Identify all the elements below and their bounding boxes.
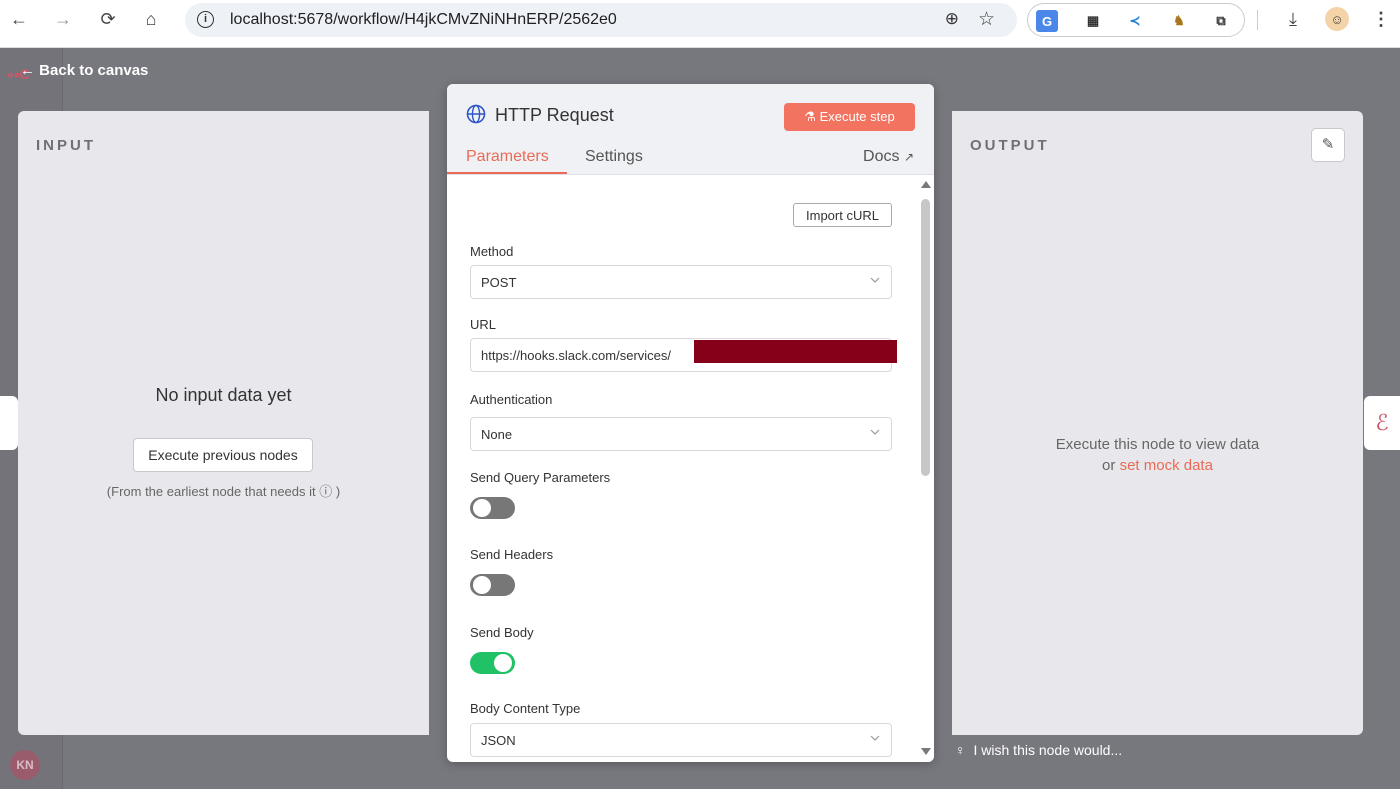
output-empty-message: Execute this node to view data or set mo… — [952, 434, 1363, 476]
menu-kebab-icon[interactable]: ⋮ — [1370, 8, 1392, 30]
body-content-type-select[interactable]: JSON — [470, 723, 892, 757]
active-tab-indicator — [447, 172, 567, 174]
execute-previous-nodes-button[interactable]: Execute previous nodes — [133, 438, 313, 472]
node-header: HTTP Request ⚗ Execute step Parameters S… — [447, 84, 934, 175]
input-panel: INPUT No input data yet Execute previous… — [18, 111, 429, 735]
back-to-canvas-link[interactable]: ← Back to canvas — [20, 62, 148, 79]
download-icon[interactable]: ⤓ — [1282, 8, 1304, 30]
send-body-toggle[interactable] — [470, 652, 515, 674]
output-connector-handle[interactable]: ℰ — [1364, 396, 1400, 450]
no-input-message: No input data yet — [155, 385, 292, 405]
scroll-thumb[interactable] — [921, 199, 930, 476]
parameters-form: Import cURL Method POST URL https://hook… — [447, 175, 917, 762]
method-value: POST — [481, 275, 517, 290]
address-url[interactable]: localhost:5678/workflow/H4jkCMvZNiNHnERP… — [230, 11, 617, 29]
user-avatar[interactable]: KN — [10, 750, 40, 780]
chevron-down-icon — [870, 735, 880, 741]
horse-extension-icon[interactable]: ♞ — [1168, 10, 1190, 32]
node-settings-panel: HTTP Request ⚗ Execute step Parameters S… — [447, 84, 934, 762]
translate-extension-icon[interactable]: G — [1036, 10, 1058, 32]
feedback-link[interactable]: ♀ I wish this node would... — [955, 742, 1122, 758]
redacted-url-block — [694, 340, 897, 363]
profile-avatar-icon[interactable]: ☺ — [1325, 7, 1349, 31]
import-curl-button[interactable]: Import cURL — [793, 203, 892, 227]
extensions-group: G ▦ ≺ ♞ ⧉ — [1027, 3, 1245, 37]
body-content-type-value: JSON — [481, 733, 516, 748]
send-query-toggle[interactable] — [470, 497, 515, 519]
zoom-icon[interactable]: ⊕ — [945, 9, 959, 29]
output-message-line: Execute this node to view data — [1055, 436, 1260, 453]
lightbulb-icon: ♀ — [955, 742, 966, 758]
edit-output-button[interactable]: ✎ — [1311, 128, 1345, 162]
scroll-up-arrow-icon[interactable] — [921, 181, 931, 188]
flask-icon: ⚗ — [804, 109, 820, 124]
external-link-icon: ↗ — [903, 150, 914, 164]
parameters-scrollbar[interactable] — [917, 175, 934, 762]
node-title: HTTP Request — [495, 105, 614, 125]
input-hint-text: (From the earliest node that needs it ⓘ … — [106, 484, 341, 499]
output-panel: OUTPUT ✎ Execute this node to view data … — [952, 111, 1363, 735]
chevron-down-icon — [870, 429, 880, 435]
tab-parameters[interactable]: Parameters — [466, 148, 549, 166]
back-arrow-icon[interactable]: ← — [8, 8, 30, 30]
url-label: URL — [470, 317, 497, 332]
send-headers-label: Send Headers — [470, 547, 554, 562]
method-select[interactable]: POST — [470, 265, 892, 299]
body-content-type-label: Body Content Type — [470, 701, 581, 716]
output-panel-title: OUTPUT — [970, 137, 1050, 154]
bookmark-star-icon[interactable]: ☆ — [978, 8, 995, 31]
address-bar[interactable]: i localhost:5678/workflow/H4jkCMvZNiNHnE… — [185, 3, 1017, 37]
toggle-knob — [473, 499, 491, 517]
pencil-icon: ✎ — [1321, 136, 1335, 153]
feedback-text: I wish this node would... — [973, 742, 1123, 758]
set-mock-data-link[interactable]: set mock data — [1120, 457, 1213, 474]
send-headers-toggle[interactable] — [470, 574, 515, 596]
method-label: Method — [470, 244, 514, 259]
execute-step-button[interactable]: ⚗ Execute step — [784, 103, 915, 131]
vscode-extension-icon[interactable]: ≺ — [1124, 10, 1146, 32]
send-body-label: Send Body — [470, 625, 534, 640]
authentication-value: None — [481, 427, 513, 442]
authentication-select[interactable]: None — [470, 417, 892, 451]
forward-arrow-icon[interactable]: → — [52, 8, 74, 30]
home-icon[interactable]: ⌂ — [140, 8, 162, 30]
browser-toolbar: ← → ⟳ ⌂ i localhost:5678/workflow/H4jkCM… — [0, 0, 1400, 48]
url-value: https://hooks.slack.com/services/ — [481, 348, 672, 363]
chevron-down-icon — [870, 277, 880, 283]
globe-icon — [466, 104, 486, 124]
reload-icon[interactable]: ⟳ — [97, 8, 119, 30]
toggle-knob — [473, 576, 491, 594]
tab-settings[interactable]: Settings — [585, 148, 643, 166]
url-input[interactable]: https://hooks.slack.com/services/ — [470, 338, 897, 372]
toolbar-divider — [1257, 10, 1258, 30]
output-or-text: or — [1102, 457, 1120, 474]
toggle-knob — [494, 654, 512, 672]
scroll-down-arrow-icon[interactable] — [921, 748, 931, 755]
input-panel-title: INPUT — [36, 137, 96, 154]
authentication-label: Authentication — [470, 392, 553, 407]
execute-step-label: Execute step — [819, 109, 895, 124]
input-connector-handle[interactable] — [0, 396, 18, 450]
docs-label: Docs — [863, 148, 900, 165]
extensions-puzzle-icon[interactable]: ⧉ — [1210, 10, 1232, 32]
send-query-label: Send Query Parameters — [470, 470, 611, 485]
qr-code-extension-icon[interactable]: ▦ — [1082, 10, 1104, 32]
docs-link[interactable]: Docs ↗ — [863, 148, 914, 166]
back-to-canvas-label: Back to canvas — [39, 62, 149, 79]
site-info-icon[interactable]: i — [197, 11, 214, 28]
